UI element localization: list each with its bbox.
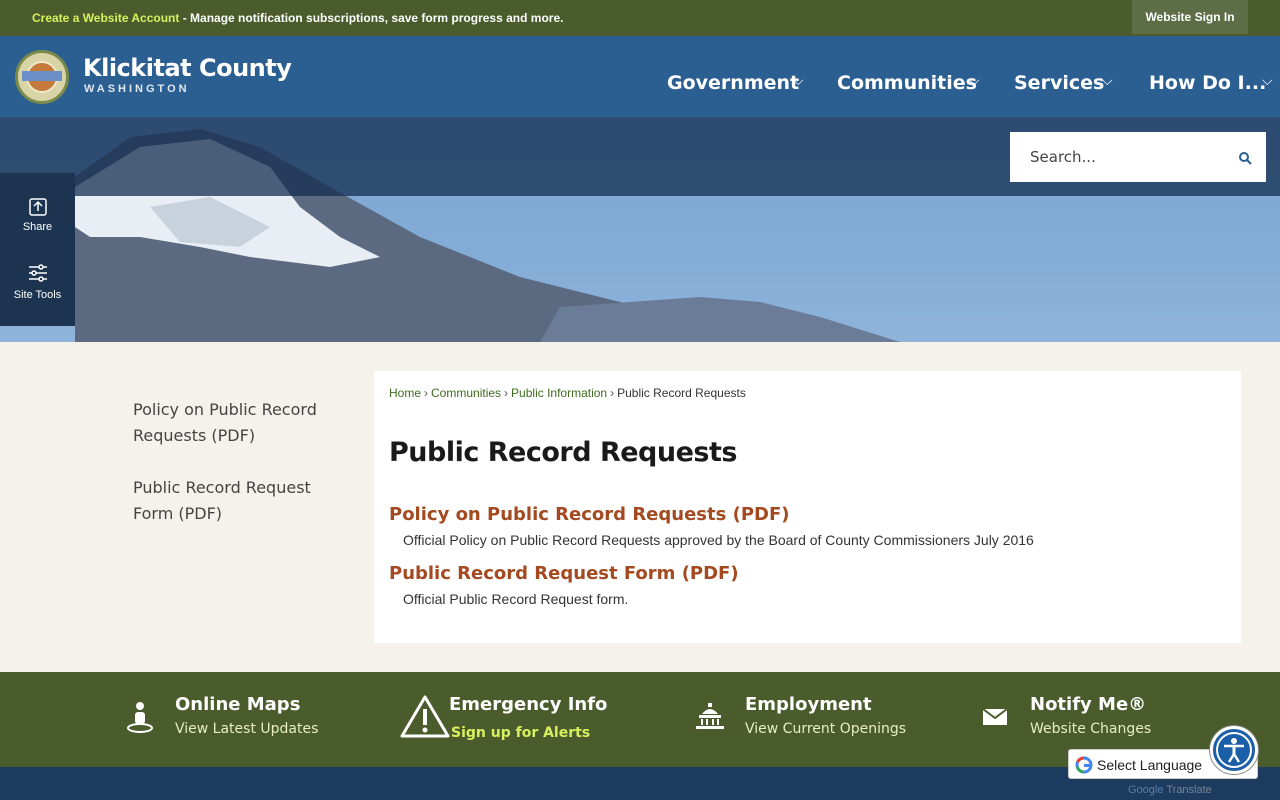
breadcrumb-home[interactable]: Home (389, 386, 421, 400)
account-message-text: - Manage notification subscriptions, sav… (179, 11, 564, 25)
share-label: Share (22, 221, 53, 233)
envelope-icon[interactable] (982, 708, 1008, 726)
create-account-link[interactable]: Create a Website Account (32, 11, 179, 25)
google-label: Google (1128, 784, 1164, 796)
map-pin-person-icon[interactable] (126, 700, 154, 734)
breadcrumb-current: Public Record Requests (617, 386, 746, 400)
google-g-icon (1075, 756, 1093, 774)
quick-link-subtitle[interactable]: View Latest Updates (175, 721, 318, 737)
chevron-down-icon[interactable]: ⌵ (1102, 72, 1113, 89)
breadcrumb-separator: › (424, 386, 429, 400)
sidebar-item-policy[interactable]: Policy on Public Record Requests (PDF) (133, 397, 343, 449)
chevron-down-icon[interactable]: ⌵ (793, 72, 804, 89)
quick-link-subtitle[interactable]: Sign up for Alerts (451, 725, 590, 741)
side-tools-panel: Share Site Tools (0, 173, 75, 326)
site-tools-label: Site Tools (13, 289, 62, 301)
share-button[interactable]: Share (0, 197, 75, 233)
quick-link-subtitle[interactable]: Website Changes (1030, 721, 1151, 737)
site-subtitle: WASHINGTON (84, 83, 190, 95)
chevron-down-icon[interactable]: ⌵ (1262, 72, 1273, 89)
site-title[interactable]: Klickitat County (83, 54, 292, 82)
search-icon[interactable] (1238, 151, 1252, 165)
breadcrumb-public-information[interactable]: Public Information (511, 386, 607, 400)
warning-triangle-icon[interactable] (400, 694, 450, 738)
breadcrumb: Home › Communities › Public Information › Publ… (389, 386, 746, 400)
document-description: Official Public Record Request form. (403, 591, 629, 607)
quick-link-subtitle[interactable]: View Current Openings (745, 721, 906, 737)
document-link[interactable]: Policy on Public Record Requests (PDF) (389, 504, 789, 525)
quick-link-title[interactable]: Employment (745, 694, 872, 715)
select-language-label[interactable]: Select Language (1097, 757, 1202, 773)
quick-link-title[interactable]: Emergency Info (449, 694, 607, 715)
accessibility-button[interactable] (1210, 726, 1258, 774)
document-link[interactable]: Public Record Request Form (PDF) (389, 563, 739, 584)
translate-label[interactable]: Translate (1166, 784, 1211, 796)
search-box[interactable]: Search... (1010, 132, 1266, 182)
top-bar: Create a Website Account - Manage notifi… (0, 0, 1280, 36)
hero-banner: Search... (0, 117, 1280, 342)
quick-link-title[interactable]: Notify Me® (1030, 694, 1146, 715)
site-header: Klickitat County WASHINGTON Government ⌵… (0, 36, 1280, 117)
nav-communities[interactable]: Communities (837, 72, 977, 94)
sliders-icon (28, 264, 47, 282)
content-card: Home › Communities › Public Information › Publ… (374, 371, 1241, 643)
breadcrumb-separator: › (610, 386, 615, 400)
search-input[interactable]: Search... (1030, 148, 1096, 166)
accessibility-icon (1216, 732, 1252, 768)
site-tools-button[interactable]: Site Tools (0, 263, 75, 301)
website-sign-in-button[interactable]: Website Sign In (1132, 0, 1248, 34)
county-seal-logo[interactable] (15, 50, 69, 104)
breadcrumb-separator: › (504, 386, 509, 400)
share-icon (28, 198, 47, 216)
sidebar-item-request-form[interactable]: Public Record Request Form (PDF) (133, 475, 343, 527)
powered-by-google: Google Translate (1128, 784, 1212, 796)
breadcrumb-communities[interactable]: Communities (431, 386, 501, 400)
nav-how-do-i[interactable]: How Do I... (1149, 72, 1266, 94)
account-message: Create a Website Account - Manage notifi… (32, 11, 563, 25)
page-title: Public Record Requests (389, 437, 737, 468)
quick-link-title[interactable]: Online Maps (175, 694, 300, 715)
capitol-building-icon[interactable] (695, 702, 725, 730)
nav-government[interactable]: Government (667, 72, 799, 94)
chevron-down-icon[interactable]: ⌵ (969, 72, 980, 89)
nav-services[interactable]: Services (1014, 72, 1104, 94)
document-description: Official Policy on Public Record Request… (403, 532, 1034, 548)
